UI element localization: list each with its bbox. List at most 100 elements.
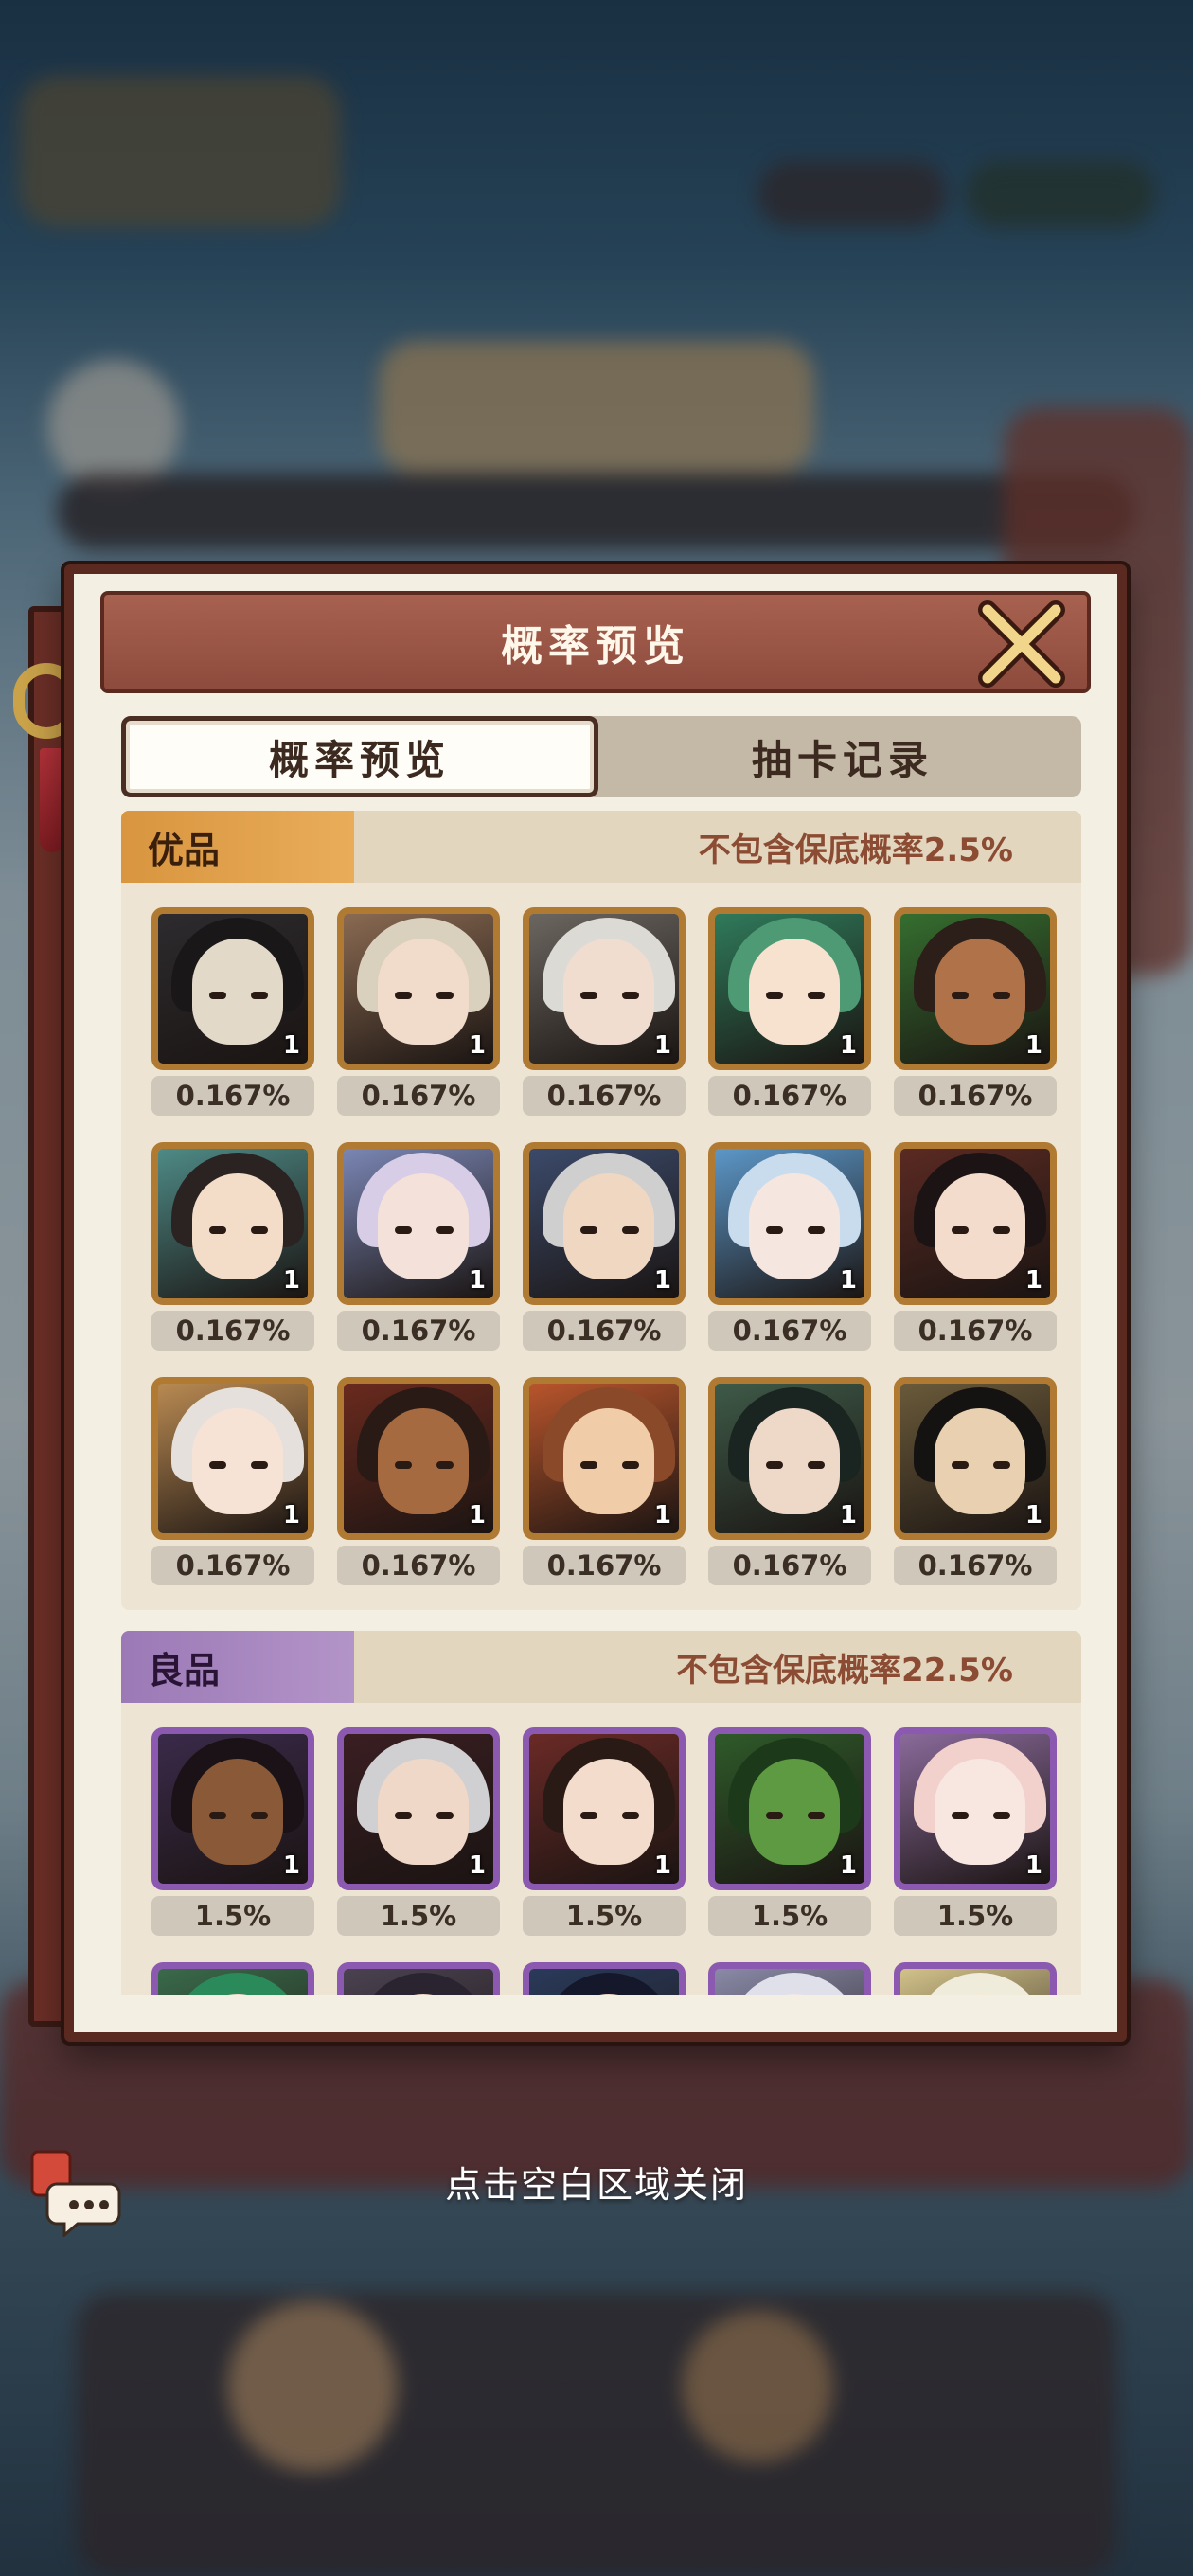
hero-card[interactable]: 1 0.167% bbox=[708, 1142, 871, 1351]
hero-card[interactable]: 1 0.167% bbox=[523, 1142, 686, 1351]
hero-portrait: 1 bbox=[337, 907, 500, 1070]
hero-rate: 0.167% bbox=[337, 1546, 500, 1585]
hero-portrait: 1 bbox=[151, 1377, 314, 1540]
hero-portrait: 1 bbox=[894, 1142, 1057, 1305]
hero-card[interactable]: 1 0.167% bbox=[337, 907, 500, 1116]
hero-card[interactable] bbox=[523, 1962, 686, 1995]
hero-portrait bbox=[337, 1962, 500, 1995]
hero-portrait: 1 bbox=[708, 907, 871, 1070]
tier-tag: 优品 bbox=[121, 811, 354, 883]
hero-card[interactable]: 1 0.167% bbox=[151, 907, 314, 1116]
hero-portrait: 1 bbox=[523, 1727, 686, 1890]
hero-rate: 0.167% bbox=[337, 1076, 500, 1116]
hero-rate: 1.5% bbox=[708, 1896, 871, 1936]
hero-count: 1 bbox=[282, 1266, 300, 1295]
hero-rate: 0.167% bbox=[708, 1546, 871, 1585]
hero-rate: 0.167% bbox=[337, 1311, 500, 1351]
hero-count: 1 bbox=[653, 1501, 671, 1530]
hero-rate: 1.5% bbox=[151, 1896, 314, 1936]
hero-count: 1 bbox=[839, 1852, 857, 1880]
hero-rate: 0.167% bbox=[151, 1311, 314, 1351]
hero-portrait bbox=[151, 1962, 314, 1995]
hero-card[interactable]: 1 1.5% bbox=[523, 1727, 686, 1936]
hero-count: 1 bbox=[653, 1852, 671, 1880]
hero-count: 1 bbox=[468, 1266, 486, 1295]
hero-count: 1 bbox=[839, 1266, 857, 1295]
hero-card[interactable]: 1 0.167% bbox=[894, 907, 1057, 1116]
hero-card[interactable]: 1 0.167% bbox=[894, 1142, 1057, 1351]
panel-tassel-ornament bbox=[40, 748, 64, 852]
tab-draw-history[interactable]: 抽卡记录 bbox=[604, 716, 1081, 797]
hero-card[interactable]: 1 1.5% bbox=[337, 1727, 500, 1936]
hero-card[interactable]: 1 0.167% bbox=[708, 907, 871, 1116]
tab-bar: 概率预览 抽卡记录 bbox=[121, 716, 1081, 797]
hero-portrait bbox=[523, 1962, 686, 1995]
hero-rate: 0.167% bbox=[894, 1546, 1057, 1585]
hero-card[interactable]: 1 0.167% bbox=[708, 1377, 871, 1585]
hero-rate: 0.167% bbox=[523, 1546, 686, 1585]
hero-rate: 1.5% bbox=[894, 1896, 1057, 1936]
hero-portrait: 1 bbox=[337, 1727, 500, 1890]
hero-count: 1 bbox=[468, 1501, 486, 1530]
hero-rate: 0.167% bbox=[523, 1076, 686, 1116]
hero-portrait: 1 bbox=[708, 1377, 871, 1540]
tier-section-good: 良品 不包含保底概率22.5% 1 1.5% 1 1.5% 1 1.5% 1 1.5% 1 1.5… bbox=[121, 1631, 1081, 1995]
tab-probability-preview[interactable]: 概率预览 bbox=[121, 716, 598, 797]
hero-portrait: 1 bbox=[337, 1142, 500, 1305]
hero-card[interactable]: 1 1.5% bbox=[894, 1727, 1057, 1936]
tier-header: 优品 不包含保底概率2.5% bbox=[121, 811, 1081, 883]
hero-count: 1 bbox=[1024, 1266, 1042, 1295]
hero-portrait: 1 bbox=[708, 1727, 871, 1890]
hero-card[interactable]: 1 0.167% bbox=[151, 1377, 314, 1585]
tab-label: 概率预览 bbox=[268, 736, 451, 783]
tier-rate-note: 不包含保底概率2.5% bbox=[698, 831, 1013, 869]
hero-rate: 0.167% bbox=[708, 1076, 871, 1116]
tier-header: 良品 不包含保底概率22.5% bbox=[121, 1631, 1081, 1703]
hero-card[interactable]: 1 0.167% bbox=[523, 907, 686, 1116]
hero-rate: 0.167% bbox=[151, 1076, 314, 1116]
hero-card[interactable]: 1 0.167% bbox=[523, 1377, 686, 1585]
close-button[interactable] bbox=[970, 587, 1074, 701]
hero-portrait: 1 bbox=[523, 1377, 686, 1540]
hero-portrait: 1 bbox=[894, 907, 1057, 1070]
hero-count: 1 bbox=[839, 1031, 857, 1060]
hero-card[interactable]: 1 1.5% bbox=[708, 1727, 871, 1936]
hero-card[interactable]: 1 0.167% bbox=[151, 1142, 314, 1351]
hero-portrait: 1 bbox=[151, 1142, 314, 1305]
hero-rate: 0.167% bbox=[894, 1311, 1057, 1351]
hero-count: 1 bbox=[653, 1266, 671, 1295]
tier-rate-note: 不包含保底概率22.5% bbox=[676, 1651, 1013, 1690]
hero-card[interactable]: 1 0.167% bbox=[337, 1377, 500, 1585]
hero-card[interactable]: 1 1.5% bbox=[151, 1727, 314, 1936]
hero-portrait: 1 bbox=[523, 907, 686, 1070]
hero-card[interactable] bbox=[151, 1962, 314, 1995]
hero-card[interactable] bbox=[708, 1962, 871, 1995]
hero-portrait: 1 bbox=[894, 1377, 1057, 1540]
hero-count: 1 bbox=[468, 1852, 486, 1880]
hero-count: 1 bbox=[1024, 1031, 1042, 1060]
hero-card[interactable]: 1 0.167% bbox=[337, 1142, 500, 1351]
hero-card[interactable] bbox=[337, 1962, 500, 1995]
hero-grid: 1 0.167% 1 0.167% 1 0.167% 1 0.167% 1 0.167% 1 0.16… bbox=[121, 883, 1081, 1610]
close-x-icon bbox=[978, 600, 1065, 688]
hero-portrait: 1 bbox=[151, 1727, 314, 1890]
modal-title-bar: 概率预览 bbox=[100, 591, 1091, 693]
probability-modal: 概率预览 概率预览 抽卡记录 优品 不包含保底概率2.5% 1 0.167% 1 0.… bbox=[64, 564, 1127, 2042]
hero-count: 1 bbox=[282, 1852, 300, 1880]
hero-portrait: 1 bbox=[894, 1727, 1057, 1890]
hero-count: 1 bbox=[839, 1501, 857, 1530]
hero-rate: 0.167% bbox=[708, 1311, 871, 1351]
hero-portrait: 1 bbox=[151, 907, 314, 1070]
hero-rate: 0.167% bbox=[523, 1311, 686, 1351]
tier-tag: 良品 bbox=[121, 1631, 354, 1703]
hero-card[interactable]: 1 0.167% bbox=[894, 1377, 1057, 1585]
tier-section-excellent: 优品 不包含保底概率2.5% 1 0.167% 1 0.167% 1 0.167% 1 0.1… bbox=[121, 811, 1081, 1610]
hero-count: 1 bbox=[468, 1031, 486, 1060]
rates-scroll-list[interactable]: 优品 不包含保底概率2.5% 1 0.167% 1 0.167% 1 0.167% 1 0.1… bbox=[121, 811, 1081, 1995]
hero-count: 1 bbox=[282, 1501, 300, 1530]
hero-card[interactable] bbox=[894, 1962, 1057, 1995]
hero-rate: 0.167% bbox=[894, 1076, 1057, 1116]
hero-portrait bbox=[708, 1962, 871, 1995]
hero-grid: 1 1.5% 1 1.5% 1 1.5% 1 1.5% 1 1.5% bbox=[121, 1703, 1081, 1995]
hero-count: 1 bbox=[282, 1031, 300, 1060]
